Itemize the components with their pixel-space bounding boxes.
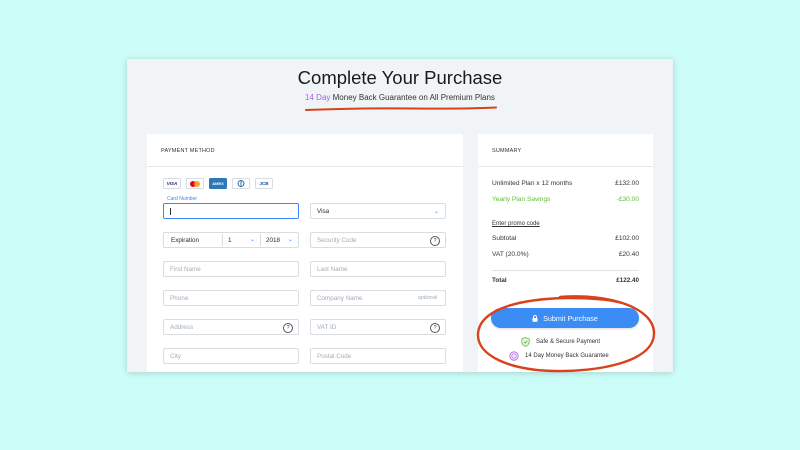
amex-icon: AMEX (209, 178, 227, 189)
summary-section-title: SUMMARY (492, 148, 522, 154)
jcb-icon: JCB (255, 178, 273, 189)
diners-club-icon (232, 178, 250, 189)
vat-id-input[interactable]: VAT ID ? (310, 319, 446, 335)
last-name-input[interactable]: Last Name (310, 261, 446, 277)
total-value: £122.40 (616, 277, 639, 284)
mastercard-icon (186, 178, 204, 189)
chevron-down-icon: ⌄ (433, 209, 439, 215)
plan-row: Unlimited Plan x 12 months £132.00 (492, 180, 639, 187)
help-icon[interactable]: ? (430, 323, 440, 333)
text-cursor (170, 207, 171, 215)
optional-hint: optional (417, 295, 437, 301)
subtotal-row: Subtotal £102.00 (492, 235, 639, 242)
exp-year-select[interactable]: 2018 ⌄ (260, 233, 298, 247)
card-type-select[interactable]: Visa ⌄ (310, 203, 446, 219)
subtotal-value: £102.00 (615, 235, 639, 242)
annotation-underline (305, 106, 497, 111)
payment-method-panel: PAYMENT METHOD VISA AMEX JCB Card Number… (147, 134, 463, 372)
help-icon[interactable]: ? (430, 236, 440, 246)
savings-value: -£30.00 (616, 196, 639, 203)
payment-section-title: PAYMENT METHOD (161, 148, 215, 154)
subtitle-accent: 14 Day (305, 93, 331, 102)
last-name-placeholder: Last Name (317, 265, 348, 273)
total-label: Total (492, 277, 507, 284)
vat-label: VAT (20.0%) (492, 251, 529, 258)
security-code-input[interactable]: Security Code ? (310, 232, 446, 248)
visa-icon: VISA (163, 178, 181, 189)
divider (147, 166, 463, 167)
first-name-placeholder: First Name (170, 265, 201, 273)
vat-value: £20.40 (618, 251, 639, 258)
promo-code-link[interactable]: Enter promo code (492, 221, 540, 227)
company-name-placeholder: Company Name (317, 294, 363, 302)
card-type-value: Visa (317, 207, 330, 215)
card-brand-icons: VISA AMEX JCB (163, 178, 273, 189)
postal-code-input[interactable]: Postal Code (310, 348, 446, 364)
help-icon[interactable]: ? (283, 323, 293, 333)
exp-month-value: 1 (228, 237, 232, 244)
first-name-input[interactable]: First Name (163, 261, 299, 277)
subtitle-text: Money Back Guarantee on All Premium Plan… (330, 93, 495, 102)
chevron-down-icon: ⌄ (287, 237, 293, 243)
security-code-placeholder: Security Code (317, 236, 357, 244)
page-subtitle: 14 Day Money Back Guarantee on All Premi… (127, 93, 673, 102)
divider (478, 166, 653, 167)
card-number-label: Card Number (167, 196, 198, 202)
exp-year-value: 2018 (266, 237, 281, 244)
subtotal-label: Subtotal (492, 235, 517, 242)
city-placeholder: City (170, 352, 181, 360)
exp-month-select[interactable]: 1 ⌄ (222, 233, 260, 247)
phone-placeholder: Phone (170, 294, 189, 302)
expiration-group: Expiration 1 ⌄ 2018 ⌄ (163, 232, 299, 248)
plan-price: £132.00 (615, 180, 639, 187)
savings-row: Yearly Plan Savings -£30.00 (492, 196, 639, 203)
chevron-down-icon: ⌄ (249, 237, 255, 243)
vat-row: VAT (20.0%) £20.40 (492, 251, 639, 258)
card-number-input[interactable] (163, 203, 299, 219)
page-title: Complete Your Purchase (297, 67, 503, 88)
city-input[interactable]: City (163, 348, 299, 364)
company-name-input[interactable]: Company Name optional (310, 290, 446, 306)
annotation-circle (476, 295, 656, 373)
phone-input[interactable]: Phone (163, 290, 299, 306)
address-input[interactable]: Address ? (163, 319, 299, 335)
address-placeholder: Address (170, 323, 194, 331)
vat-id-placeholder: VAT ID (317, 323, 337, 331)
savings-label: Yearly Plan Savings (492, 196, 551, 203)
divider (492, 270, 639, 271)
plan-label: Unlimited Plan x 12 months (492, 180, 573, 187)
postal-code-placeholder: Postal Code (317, 352, 352, 360)
total-row: Total £122.40 (492, 277, 639, 284)
expiration-label: Expiration (171, 237, 200, 244)
